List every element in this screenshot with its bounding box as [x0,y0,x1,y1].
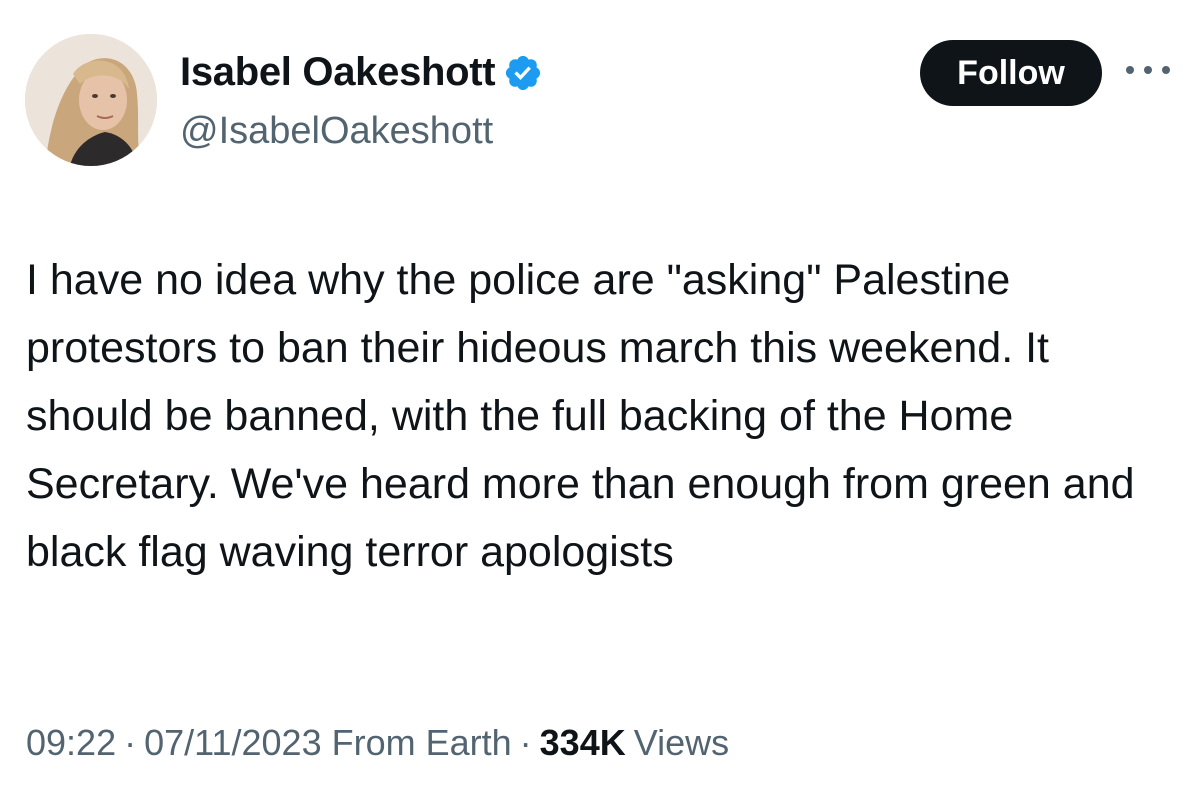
dot [1144,66,1152,74]
display-name-row[interactable]: Isabel Oakeshott [180,50,543,95]
dot [1126,66,1134,74]
views-label: Views [633,722,730,763]
display-name[interactable]: Isabel Oakeshott [180,50,496,95]
tweet-date[interactable]: 07/11/2023 [144,722,322,764]
verified-badge-icon [506,55,541,90]
tweet-text: I have no idea why the police are "askin… [26,256,1147,576]
separator: · [519,722,532,763]
dot [1162,66,1170,74]
views-count[interactable]: 334K [540,722,626,764]
separator: · [124,722,137,763]
follow-button[interactable]: Follow [920,40,1102,106]
avatar[interactable] [25,34,157,166]
tweet-metadata: 09:22 · 07/11/2023 From Earth · 334K Vie… [26,722,729,764]
avatar-photo [25,34,157,166]
tweet-time[interactable]: 09:22 [26,722,116,764]
user-handle[interactable]: @IsabelOakeshott [180,110,493,153]
more-options-icon[interactable] [1126,60,1170,80]
tweet-location: From Earth [331,722,512,763]
